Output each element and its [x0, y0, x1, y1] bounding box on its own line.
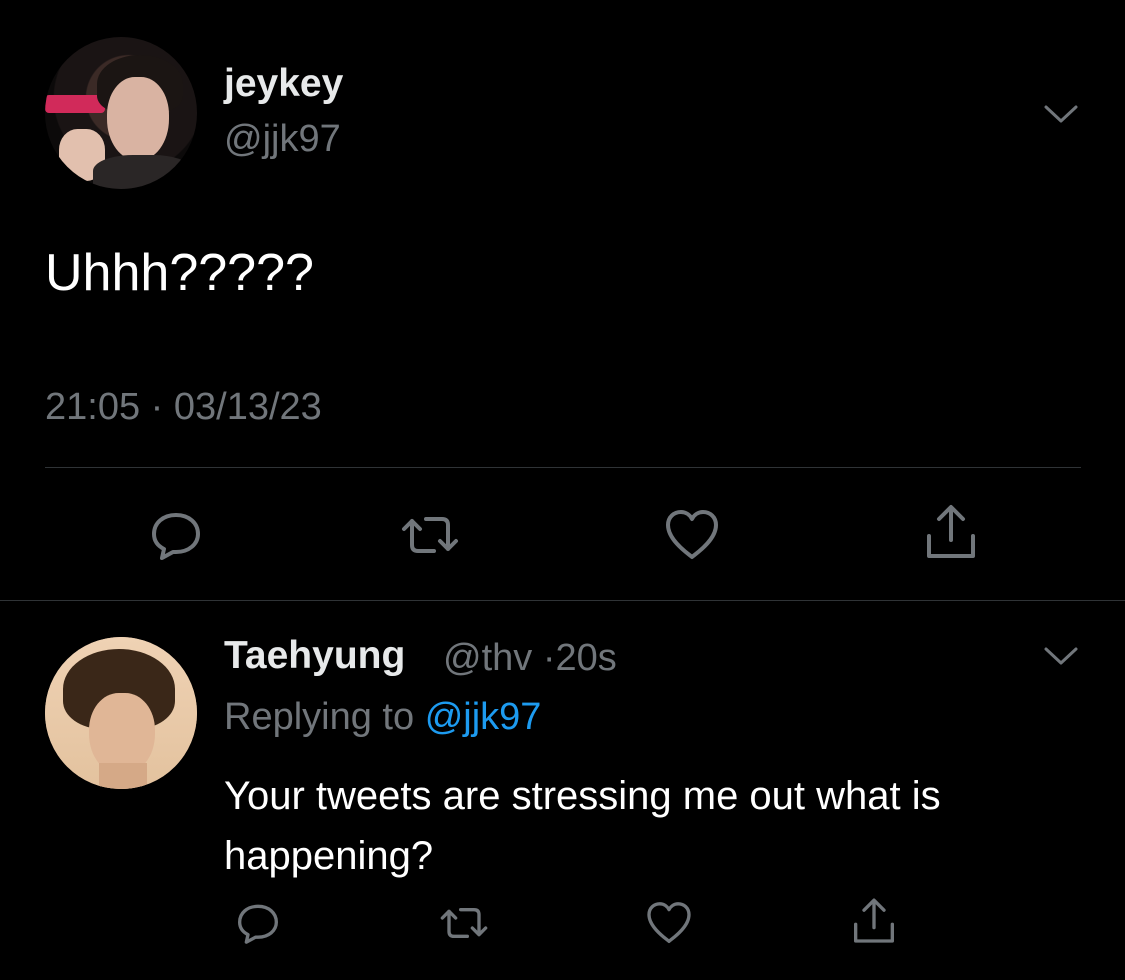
reply-time[interactable]: 20s	[556, 637, 617, 679]
replying-to-handle[interactable]: @jjk97	[425, 696, 542, 738]
author-display-name[interactable]: jeykey	[224, 62, 343, 106]
replying-to: Replying to @jjk97	[224, 696, 541, 739]
tweet-timestamp[interactable]: 21:05 · 03/13/23	[45, 386, 322, 429]
retweet-icon[interactable]	[439, 898, 489, 948]
chevron-down-icon[interactable]	[1043, 103, 1079, 125]
separator: ·	[542, 637, 556, 679]
like-icon[interactable]	[662, 505, 722, 565]
replying-to-label: Replying to	[224, 696, 415, 738]
avatar[interactable]	[45, 37, 197, 189]
reply-icon[interactable]	[233, 898, 283, 948]
divider	[45, 467, 1081, 468]
share-icon[interactable]	[921, 502, 981, 562]
reply-author-display-name[interactable]: Taehyung	[224, 634, 405, 678]
reply-icon[interactable]	[146, 505, 206, 565]
section-divider	[0, 600, 1125, 601]
like-icon[interactable]	[644, 898, 694, 948]
reply-author-handle[interactable]: @thv	[443, 637, 532, 679]
retweet-icon[interactable]	[400, 505, 460, 565]
author-handle[interactable]: @jjk97	[224, 118, 341, 161]
reply-text: Your tweets are stressing me out what is…	[224, 774, 941, 878]
share-icon[interactable]	[849, 896, 899, 946]
reply-author-meta: @thv ·20s	[443, 637, 617, 680]
tweet-text: Uhhh?????	[45, 244, 314, 302]
chevron-down-icon[interactable]	[1043, 645, 1079, 667]
reply-avatar[interactable]	[45, 637, 197, 789]
